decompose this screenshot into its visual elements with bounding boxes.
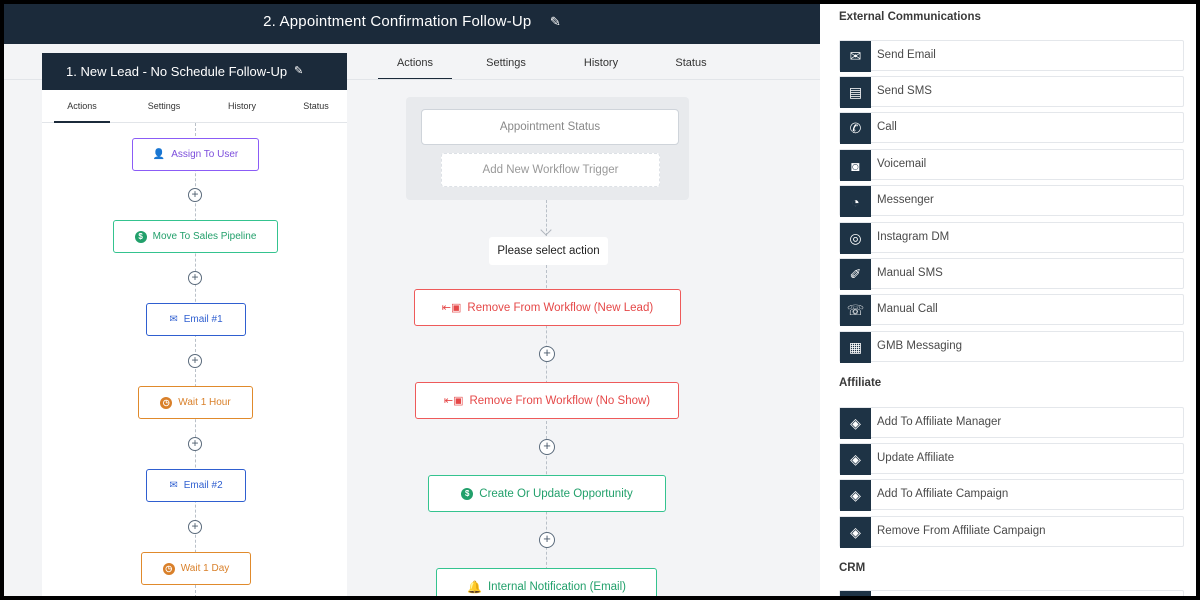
node-email-2[interactable]: ✉ Email #2	[146, 469, 246, 502]
handshake-icon: ◈	[840, 444, 871, 475]
action-send-sms[interactable]: ▤ Send SMS	[839, 76, 1184, 108]
action-manual-call[interactable]: ☏ Manual Call	[839, 294, 1184, 326]
phone-icon: ✆	[840, 113, 871, 144]
add-step-plus-icon[interactable]: +	[188, 354, 202, 368]
action-manual-sms[interactable]: ✐ Manual SMS	[839, 258, 1184, 290]
node-remove-new-lead[interactable]: ⇤▣ Remove From Workflow (New Lead)	[414, 289, 681, 326]
add-step-plus-icon[interactable]: +	[188, 520, 202, 534]
action-add-to-affiliate-campaign[interactable]: ◈ Add To Affiliate Campaign	[839, 479, 1184, 511]
tab-settings[interactable]: Settings	[136, 90, 192, 123]
tab-history[interactable]: History	[556, 48, 646, 80]
action-update-affiliate[interactable]: ◈ Update Affiliate	[839, 443, 1184, 475]
envelope-icon: ✉	[169, 314, 178, 325]
envelope-icon: ✉	[840, 41, 871, 72]
tab-settings[interactable]: Settings	[460, 48, 552, 80]
instagram-icon: ◎	[840, 223, 871, 254]
node-assign-to-user[interactable]: 👤 Assign To User	[132, 138, 259, 171]
node-wait-1-hour[interactable]: ◷ Wait 1 Hour	[138, 386, 253, 419]
left-workflow-tabs: Actions Settings History Status	[42, 90, 347, 123]
node-email-1[interactable]: ✉ Email #1	[146, 303, 246, 336]
action-gmb-messaging[interactable]: ▦ GMB Messaging	[839, 331, 1184, 363]
app-frame: 2. Appointment Confirmation Follow-Up ✎ …	[4, 4, 1196, 596]
crm-icon	[840, 591, 871, 596]
dollar-icon: $	[134, 230, 147, 243]
messenger-icon: ◔	[840, 186, 871, 217]
user-icon: 👤	[152, 149, 166, 160]
tab-actions[interactable]: Actions	[378, 48, 452, 80]
tab-status[interactable]: Status	[648, 48, 734, 80]
handshake-icon: ◈	[840, 517, 871, 548]
action-crm-partial[interactable]	[839, 590, 1184, 596]
trigger-box: Appointment Status Add New Workflow Trig…	[406, 97, 689, 200]
add-step-plus-icon[interactable]: +	[188, 188, 202, 202]
left-workflow-header: 1. New Lead - No Schedule Follow-Up ✎	[42, 53, 347, 90]
action-voicemail[interactable]: ◙ Voicemail	[839, 149, 1184, 181]
section-title-crm: CRM	[839, 562, 866, 574]
action-send-email[interactable]: ✉ Send Email	[839, 40, 1184, 72]
action-add-to-affiliate-manager[interactable]: ◈ Add To Affiliate Manager	[839, 407, 1184, 439]
arrow-down-icon	[540, 224, 552, 236]
handshake-icon: ◈	[840, 408, 871, 439]
clock-icon: ◷	[162, 562, 175, 575]
action-remove-from-affiliate-campaign[interactable]: ◈ Remove From Affiliate Campaign	[839, 516, 1184, 548]
left-workflow-title: 1. New Lead - No Schedule Follow-Up	[66, 64, 288, 79]
manual-sms-icon: ✐	[840, 259, 871, 290]
trigger-appointment-status[interactable]: Appointment Status	[421, 109, 679, 145]
tab-actions[interactable]: Actions	[54, 90, 110, 123]
section-title-external-communications: External Communications	[839, 11, 981, 23]
actions-sidebar: External Communications ✉ Send Email ▤ S…	[820, 4, 1196, 596]
tab-status[interactable]: Status	[288, 90, 344, 123]
workflow-remove-icon: ⇤▣	[441, 302, 462, 314]
add-step-plus-icon[interactable]: +	[188, 271, 202, 285]
main-header: 2. Appointment Confirmation Follow-Up ✎	[4, 4, 820, 44]
section-title-affiliate: Affiliate	[839, 377, 882, 389]
workflow-title: 2. Appointment Confirmation Follow-Up	[263, 13, 532, 30]
action-messenger[interactable]: ◔ Messenger	[839, 185, 1184, 217]
workflow-remove-icon: ⇤▣	[443, 395, 464, 407]
pencil-icon[interactable]: ✎	[550, 14, 561, 30]
left-workflow-panel: 1. New Lead - No Schedule Follow-Up ✎ Ac…	[42, 53, 347, 596]
add-step-plus-icon[interactable]: +	[539, 346, 555, 362]
node-create-opportunity[interactable]: $ Create Or Update Opportunity	[428, 475, 666, 512]
manual-call-icon: ☏	[840, 295, 871, 326]
node-internal-notification[interactable]: 🔔 Internal Notification (Email)	[436, 568, 657, 596]
workflow-canvas: 2. Appointment Confirmation Follow-Up ✎ …	[4, 4, 820, 596]
handshake-icon: ◈	[840, 480, 871, 511]
node-remove-no-show[interactable]: ⇤▣ Remove From Workflow (No Show)	[415, 382, 679, 419]
voicemail-icon: ◙	[840, 150, 871, 181]
chat-bubble-icon: ▤	[840, 77, 871, 108]
add-step-plus-icon[interactable]: +	[539, 532, 555, 548]
tab-history[interactable]: History	[214, 90, 270, 123]
bell-icon: 🔔	[466, 579, 482, 594]
action-call[interactable]: ✆ Call	[839, 112, 1184, 144]
main-title-wrap: 2. Appointment Confirmation Follow-Up ✎	[4, 13, 820, 30]
clock-icon: ◷	[160, 396, 173, 409]
main-tabs: Actions Settings History Status	[378, 48, 818, 80]
pencil-icon[interactable]: ✎	[294, 64, 303, 77]
gmb-store-icon: ▦	[840, 332, 871, 363]
dollar-icon: $	[461, 487, 474, 500]
select-action-label: Please select action	[489, 237, 608, 265]
action-instagram-dm[interactable]: ◎ Instagram DM	[839, 222, 1184, 254]
add-trigger-button[interactable]: Add New Workflow Trigger	[441, 153, 660, 187]
add-step-plus-icon[interactable]: +	[188, 437, 202, 451]
node-wait-1-day[interactable]: ◷ Wait 1 Day	[141, 552, 251, 585]
node-move-to-pipeline[interactable]: $ Move To Sales Pipeline	[113, 220, 278, 253]
envelope-icon: ✉	[169, 480, 178, 491]
add-step-plus-icon[interactable]: +	[539, 439, 555, 455]
